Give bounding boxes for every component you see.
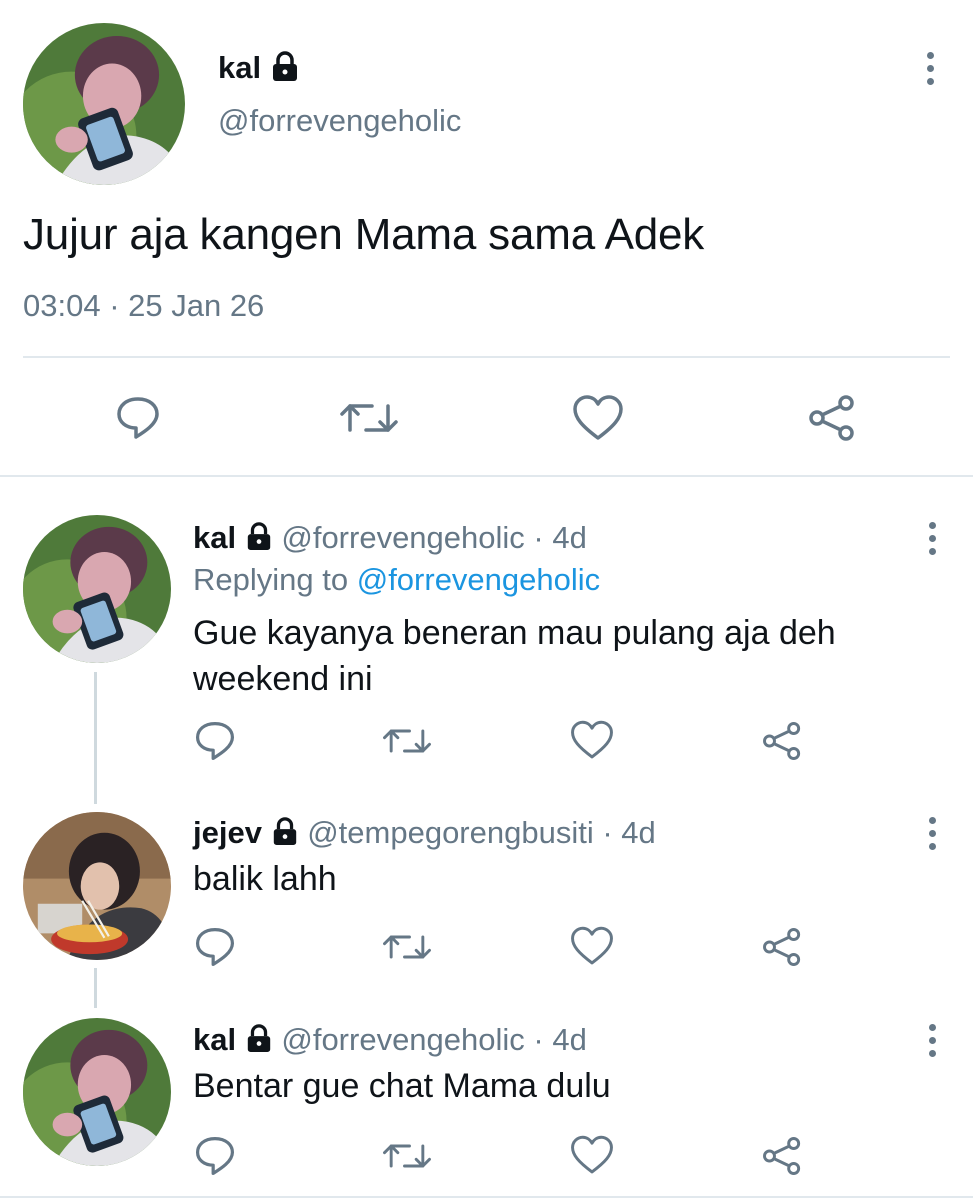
more-options-icon[interactable] — [927, 817, 937, 856]
more-options-icon[interactable] — [925, 52, 935, 91]
like-button[interactable] — [570, 925, 614, 967]
author-handle[interactable]: @forrevengeholic — [218, 103, 461, 139]
display-name[interactable]: kal — [193, 1022, 236, 1057]
reply-text: Bentar gue chat Mama dulu — [193, 1067, 611, 1105]
divider — [0, 475, 973, 477]
author-handle[interactable]: @forrevengeholic — [281, 1022, 524, 1057]
avatar[interactable] — [23, 515, 171, 663]
reply-button[interactable] — [193, 719, 237, 763]
replying-to: Replying to @forrevengeholic — [193, 562, 600, 598]
reply-icon — [195, 927, 235, 967]
divider — [23, 356, 950, 358]
reply-age[interactable]: · 4d — [533, 520, 586, 555]
display-name[interactable]: kal — [218, 50, 261, 85]
tweet-text: Jujur aja kangen Mama sama Adek — [23, 210, 705, 259]
reply-button[interactable] — [114, 394, 162, 442]
reply-header: jejev @tempegorengbusiti · 4d — [193, 815, 656, 854]
reply-icon — [195, 721, 235, 761]
share-icon — [763, 722, 801, 760]
retweet-button[interactable] — [338, 394, 400, 442]
avatar[interactable] — [23, 1018, 171, 1166]
replying-label: Replying to — [193, 562, 349, 597]
share-icon — [763, 928, 801, 966]
share-icon — [763, 1137, 801, 1175]
reply-text-line: Gue kayanya beneran mau pulang aja deh — [193, 614, 836, 652]
author-handle[interactable]: @tempegorengbusiti — [307, 815, 594, 850]
like-icon — [573, 395, 623, 440]
reply-button[interactable] — [193, 1134, 237, 1178]
like-icon — [571, 926, 613, 965]
avatar[interactable] — [23, 23, 185, 185]
thread-line — [94, 672, 97, 804]
share-button[interactable] — [760, 721, 804, 761]
like-button[interactable] — [570, 719, 614, 761]
retweet-icon — [383, 729, 431, 753]
tweet-timestamp[interactable]: 03:04 · 25 Jan 26 — [23, 288, 264, 324]
more-options-icon[interactable] — [927, 522, 937, 561]
reply-age[interactable]: · 4d — [533, 1022, 586, 1057]
lock-icon — [245, 521, 273, 559]
reply-icon — [117, 397, 159, 439]
thread-line — [94, 968, 97, 1008]
retweet-icon — [383, 1144, 431, 1168]
lock-icon — [271, 816, 299, 854]
author-name[interactable]: kal — [218, 50, 300, 90]
display-name[interactable]: jejev — [193, 815, 262, 850]
retweet-button[interactable] — [381, 1136, 433, 1176]
reply-icon — [195, 1136, 235, 1176]
avatar[interactable] — [23, 812, 171, 960]
reply-header: kal @forrevengeholic · 4d — [193, 1022, 587, 1061]
avatar-image — [23, 515, 171, 663]
share-button[interactable] — [760, 927, 804, 967]
more-options-icon[interactable] — [927, 1024, 937, 1063]
share-button[interactable] — [806, 394, 858, 442]
reply-text: balik lahh — [193, 860, 337, 898]
retweet-icon — [340, 404, 398, 432]
reply-text: Gue kayanya beneran mau pulang aja deh w… — [193, 610, 836, 702]
reply-age[interactable]: · 4d — [602, 815, 655, 850]
retweet-button[interactable] — [381, 721, 433, 761]
like-button[interactable] — [570, 1134, 614, 1176]
reply-text-line: weekend ini — [193, 660, 373, 698]
like-icon — [571, 720, 613, 759]
avatar-image — [23, 23, 185, 185]
like-button[interactable] — [572, 394, 624, 442]
share-button[interactable] — [760, 1136, 804, 1176]
reply-button[interactable] — [193, 925, 237, 969]
avatar-image — [23, 1018, 171, 1166]
lock-icon — [270, 50, 300, 90]
reply-header: kal @forrevengeholic · 4d — [193, 520, 587, 559]
share-icon — [809, 395, 854, 441]
display-name[interactable]: kal — [193, 520, 236, 555]
lock-icon — [245, 1023, 273, 1061]
avatar-image — [23, 812, 171, 960]
like-icon — [571, 1135, 613, 1174]
divider — [0, 1196, 973, 1198]
replying-to-link[interactable]: @forrevengeholic — [357, 562, 600, 597]
retweet-icon — [383, 935, 431, 959]
author-handle[interactable]: @forrevengeholic — [281, 520, 524, 555]
retweet-button[interactable] — [381, 927, 433, 967]
